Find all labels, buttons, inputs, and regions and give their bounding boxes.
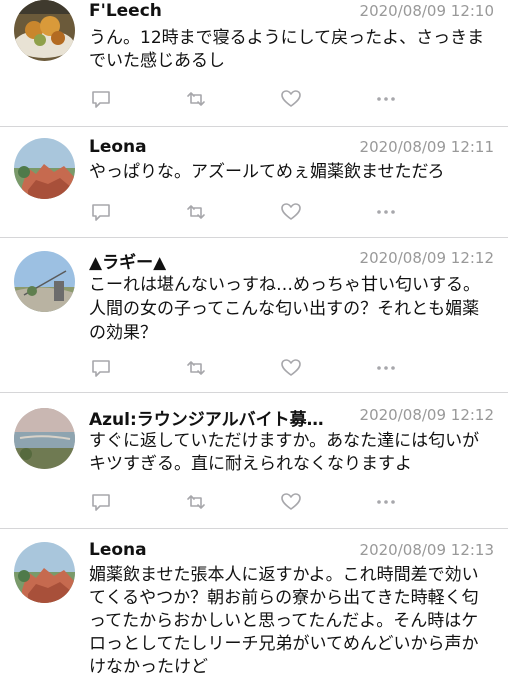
retweet-icon[interactable] [185, 201, 207, 223]
timestamp: 2020/08/09 12:13 [359, 541, 494, 559]
author-name: Leona [89, 540, 147, 560]
like-icon[interactable] [280, 357, 302, 379]
more-icon[interactable] [375, 88, 397, 110]
tweet-actions [0, 357, 508, 379]
tweet-text: 媚薬飲ませた張本人に返すかよ。これ時間差で効いてくるやつか？朝お前らの寮から出て… [89, 565, 479, 677]
tweet-text: こーれは堪んないっすね…めっちゃ甘い匂いする。人間の女の子ってこんな匂い出すの？… [89, 275, 480, 343]
like-icon[interactable] [280, 88, 302, 110]
author-name: ▲ラギー▲ [89, 253, 167, 273]
reply-icon[interactable] [90, 357, 112, 379]
tweet-actions [0, 201, 508, 223]
retweet-icon[interactable] [185, 88, 207, 110]
tweet-actions [0, 491, 508, 513]
author-name: Azul:ラウンジアルバイト募… [89, 410, 324, 430]
timestamp: 2020/08/09 12:10 [359, 2, 494, 20]
more-icon[interactable] [375, 491, 397, 513]
tweet-actions [0, 88, 508, 110]
reply-icon[interactable] [90, 201, 112, 223]
retweet-icon[interactable] [185, 357, 207, 379]
tweet[interactable]: Azul:ラウンジアルバイト募… 2020/08/09 12:12 すぐに返して… [0, 392, 508, 529]
avatar[interactable] [14, 408, 75, 469]
avatar[interactable] [14, 542, 75, 603]
tweet[interactable]: Leona 2020/08/09 12:11 やっぱりな。アズールてめぇ媚薬飲ま… [0, 126, 508, 238]
retweet-icon[interactable] [185, 491, 207, 513]
more-icon[interactable] [375, 201, 397, 223]
reply-icon[interactable] [90, 88, 112, 110]
tweet[interactable]: Leona 2020/08/09 12:13 媚薬飲ませた張本人に返すかよ。これ… [0, 528, 508, 688]
timestamp: 2020/08/09 12:12 [359, 406, 494, 424]
tweet-text: やっぱりな。アズールてめぇ媚薬飲ませただろ [89, 162, 445, 182]
like-icon[interactable] [280, 201, 302, 223]
timestamp: 2020/08/09 12:12 [359, 249, 494, 267]
avatar[interactable] [14, 251, 75, 312]
tweet-text: うん。12時まで寝るようにして戻ったよ、さっきまでいた感じあるし [89, 28, 485, 71]
more-icon[interactable] [375, 357, 397, 379]
timestamp: 2020/08/09 12:11 [359, 138, 494, 156]
tweet[interactable]: F'Leech 2020/08/09 12:10 うん。12時まで寝るようにして… [0, 0, 508, 127]
avatar[interactable] [14, 0, 75, 61]
author-name: Leona [89, 137, 147, 157]
author-name: F'Leech [89, 1, 162, 21]
like-icon[interactable] [280, 491, 302, 513]
tweet[interactable]: ▲ラギー▲ 2020/08/09 12:12 こーれは堪んないっすね…めっちゃ甘… [0, 237, 508, 393]
reply-icon[interactable] [90, 491, 112, 513]
avatar[interactable] [14, 138, 75, 199]
tweet-text: すぐに返していただけますか。あなた達には匂いがキツすぎる。直に耐えられなくなりま… [89, 431, 480, 474]
